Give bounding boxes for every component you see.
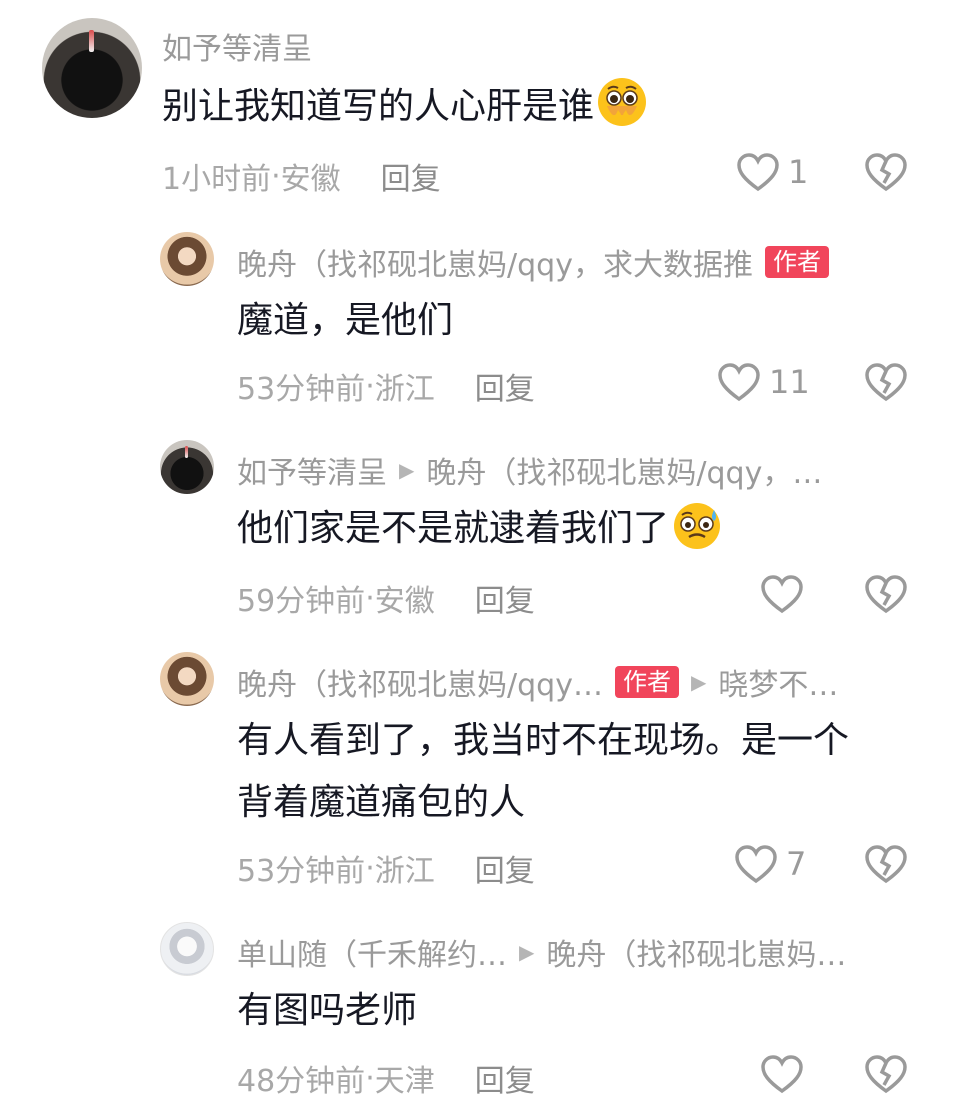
username-text[interactable]: 如予等清呈 xyxy=(237,448,387,492)
comment-location: 浙江 xyxy=(374,372,435,407)
author-badge: 作者 xyxy=(614,666,679,698)
comment-location: 安徽 xyxy=(374,584,435,619)
broken-heart-icon xyxy=(865,1055,907,1094)
comment-time: 53分钟前 xyxy=(237,372,366,407)
meta-separator: · xyxy=(365,580,375,616)
like-button[interactable] xyxy=(760,1054,812,1094)
like-button[interactable]: 7 xyxy=(734,844,806,884)
comment-text: 有图吗老师 xyxy=(237,980,417,1042)
comment-username[interactable]: 单山随（千禾解约… ▶ 晚舟（找祁砚北崽妈… xyxy=(237,930,846,974)
comment-location: 天津 xyxy=(374,1064,435,1099)
comment-meta: 1小时前 · 安徽 回复 xyxy=(162,154,441,198)
avatar[interactable] xyxy=(160,652,214,706)
reply-button[interactable]: 回复 xyxy=(475,846,535,890)
comment-text-line: 背着魔道痛包的人 xyxy=(237,782,526,823)
like-count: 7 xyxy=(786,845,807,883)
heart-outline-icon xyxy=(718,363,760,402)
reply-to-username[interactable]: 晚舟（找祁砚北崽妈/qqy，… xyxy=(426,448,822,492)
reply-button[interactable]: 回复 xyxy=(475,1056,535,1100)
broken-heart-icon xyxy=(865,153,907,192)
dislike-button[interactable] xyxy=(864,1054,908,1098)
comment-time: 53分钟前 xyxy=(237,854,366,889)
like-button[interactable]: 1 xyxy=(736,152,808,192)
reply-button[interactable]: 回复 xyxy=(475,576,535,620)
reply-arrow-icon: ▶ xyxy=(519,940,535,964)
comment-text-content: 他们家是不是就逮着我们了 xyxy=(237,508,670,549)
username-text[interactable]: 晚舟（找祁砚北崽妈/qqy… xyxy=(237,660,603,704)
reply-to-username[interactable]: 晓梦不… xyxy=(718,660,838,704)
broken-heart-icon xyxy=(865,845,907,884)
comment-text-content: 别让我知道写的人心肝是谁 xyxy=(162,86,595,127)
username-text[interactable]: 单山随（千禾解约… xyxy=(237,930,507,974)
reply-to-username[interactable]: 晚舟（找祁砚北崽妈… xyxy=(546,930,846,974)
like-count: 11 xyxy=(769,363,810,401)
comment-meta: 53分钟前 · 浙江 回复 xyxy=(237,846,535,890)
avatar[interactable] xyxy=(160,232,214,286)
like-button[interactable]: 11 xyxy=(717,362,810,402)
comment-text: 有人看到了，我当时不在现场。是一个 背着魔道痛包的人 xyxy=(237,710,849,834)
broken-heart-icon xyxy=(865,363,907,402)
comment-time: 59分钟前 xyxy=(237,584,366,619)
heart-outline-icon xyxy=(761,1055,803,1094)
meta-separator: · xyxy=(271,158,281,194)
broken-heart-icon xyxy=(865,575,907,614)
comment-username[interactable]: 如予等清呈 ▶ 晚舟（找祁砚北崽妈/qqy，… xyxy=(237,448,822,492)
avatar[interactable] xyxy=(42,18,142,118)
comment-text-line: 有人看到了，我当时不在现场。是一个 xyxy=(237,720,850,761)
comment-time: 1小时前 xyxy=(162,162,272,197)
comment-location: 安徽 xyxy=(280,162,341,197)
heart-outline-icon xyxy=(761,575,803,614)
comment-location: 浙江 xyxy=(374,854,435,889)
comment-meta: 53分钟前 · 浙江 回复 xyxy=(237,364,535,408)
heart-outline-icon xyxy=(735,845,777,884)
anxious-sweat-face-emoji xyxy=(674,503,721,549)
comment-time: 48分钟前 xyxy=(237,1064,366,1099)
meta-separator: · xyxy=(365,368,375,404)
like-count: 1 xyxy=(788,153,809,191)
pleading-face-emoji xyxy=(598,78,647,126)
dislike-button[interactable] xyxy=(864,362,908,406)
reply-button[interactable]: 回复 xyxy=(475,364,535,408)
comment-meta: 48分钟前 · 天津 回复 xyxy=(237,1056,535,1100)
dislike-button[interactable] xyxy=(864,152,908,196)
meta-separator: · xyxy=(365,850,375,886)
comment-text-content: 魔道，是他们 xyxy=(237,300,454,341)
comment-username[interactable]: 晚舟（找祁砚北崽妈/qqy，求大数据推 作者 xyxy=(237,240,829,284)
comment-username[interactable]: 如予等清呈 xyxy=(162,24,312,68)
username-text[interactable]: 晚舟（找祁砚北崽妈/qqy，求大数据推 xyxy=(237,240,753,284)
dislike-button[interactable] xyxy=(864,844,908,888)
reply-arrow-icon: ▶ xyxy=(399,458,415,482)
reply-button[interactable]: 回复 xyxy=(381,154,441,198)
reply-arrow-icon: ▶ xyxy=(690,670,707,694)
meta-separator: · xyxy=(365,1060,375,1096)
dislike-button[interactable] xyxy=(864,574,908,618)
comment-text: 魔道，是他们 xyxy=(237,290,453,352)
comment-text: 他们家是不是就逮着我们了 xyxy=(237,498,723,560)
comment-username[interactable]: 晚舟（找祁砚北崽妈/qqy… 作者 ▶ 晓梦不… xyxy=(237,660,838,704)
comment-meta: 59分钟前 · 安徽 回复 xyxy=(237,576,535,620)
username-text[interactable]: 如予等清呈 xyxy=(162,24,312,68)
author-badge: 作者 xyxy=(764,246,829,278)
avatar[interactable] xyxy=(160,922,214,976)
like-button[interactable] xyxy=(760,574,812,614)
avatar[interactable] xyxy=(160,440,214,494)
heart-outline-icon xyxy=(737,153,779,192)
comment-text-content: 有图吗老师 xyxy=(237,990,418,1031)
comment-text: 别让我知道写的人心肝是谁 xyxy=(162,76,648,138)
